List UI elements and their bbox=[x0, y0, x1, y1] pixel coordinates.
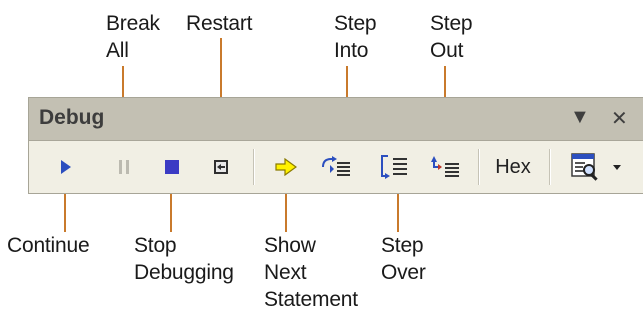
restart-icon bbox=[214, 160, 228, 174]
show-next-statement-button[interactable] bbox=[271, 147, 301, 187]
hex-toggle-button[interactable]: Hex bbox=[483, 147, 543, 187]
arrow-right-icon bbox=[275, 158, 297, 176]
callout-stop-debugging: Stop Debugging bbox=[134, 234, 234, 284]
step-over-icon bbox=[381, 155, 407, 179]
stop-icon bbox=[165, 160, 179, 174]
breakpoints-window-icon bbox=[571, 153, 598, 181]
toolbar-title: Debug bbox=[39, 106, 105, 129]
debug-toolbar-diagram: Break All Restart Step Into Step Out Con… bbox=[0, 0, 643, 320]
step-out-button[interactable] bbox=[426, 147, 466, 187]
callout-break-all: Break All bbox=[106, 12, 160, 62]
toolbar-title-bar[interactable]: Debug ▼ ✕ bbox=[29, 98, 643, 141]
callout-restart: Restart bbox=[186, 12, 253, 35]
callout-step-into: Step Into bbox=[334, 12, 377, 62]
toolbar-button-strip: Hex bbox=[29, 141, 643, 194]
toolbar-options-dropdown-icon[interactable]: ▼ bbox=[570, 106, 590, 129]
hex-label: Hex bbox=[495, 155, 531, 178]
step-into-button[interactable] bbox=[317, 147, 357, 187]
breakpoints-window-button[interactable] bbox=[567, 147, 605, 187]
step-out-icon bbox=[431, 156, 459, 177]
callout-step-out: Step Out bbox=[430, 12, 473, 62]
debug-toolbar: Debug ▼ ✕ Hex bbox=[28, 97, 643, 194]
chevron-down-icon[interactable] bbox=[607, 147, 627, 187]
restart-button[interactable] bbox=[206, 147, 236, 187]
break-all-button[interactable] bbox=[109, 147, 139, 187]
toolbar-separator bbox=[253, 149, 255, 185]
step-over-button[interactable] bbox=[374, 147, 414, 187]
callout-step-over: Step Over bbox=[381, 234, 426, 284]
continue-button[interactable] bbox=[51, 147, 81, 187]
step-into-icon bbox=[322, 156, 350, 176]
play-icon bbox=[61, 160, 71, 174]
toolbar-separator bbox=[478, 149, 480, 185]
callout-continue: Continue bbox=[7, 234, 90, 257]
close-icon[interactable]: ✕ bbox=[611, 106, 628, 131]
pause-icon bbox=[119, 160, 129, 174]
callout-show-next-statement: Show Next Statement bbox=[264, 234, 358, 311]
toolbar-separator bbox=[549, 149, 551, 185]
stop-debugging-button[interactable] bbox=[157, 147, 187, 187]
